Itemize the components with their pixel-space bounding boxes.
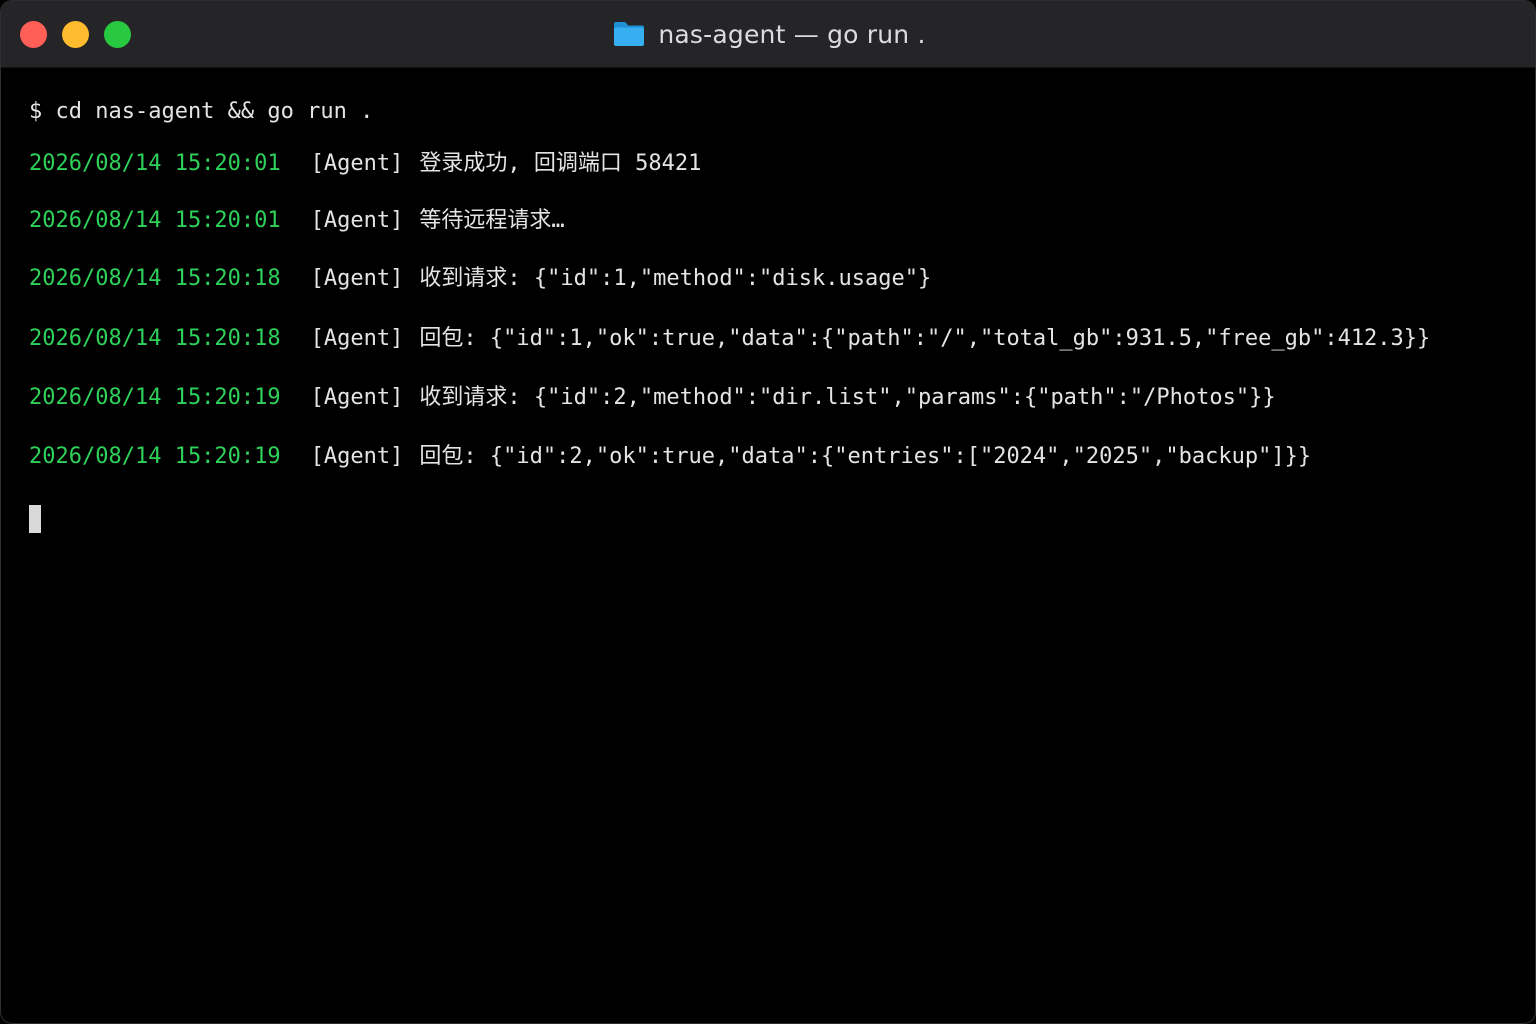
log-line: 2026/08/14 15:20:01 [Agent] 登录成功, 回调端口 584…	[29, 149, 701, 179]
terminal-window: nas-agent — go run . $ cd nas-agent && g…	[0, 0, 1536, 1024]
log-tag: [Agent]	[310, 385, 404, 410]
title-bar[interactable]: nas-agent — go run .	[1, 1, 1535, 68]
log-timestamp: 2026/08/14 15:20:18	[29, 266, 281, 291]
log-timestamp: 2026/08/14 15:20:19	[29, 444, 281, 469]
log-message: 收到请求: {"id":2,"method":"dir.list","param…	[419, 385, 1276, 410]
log-tag: [Agent]	[310, 326, 404, 351]
log-timestamp: 2026/08/14 15:20:01	[29, 208, 281, 233]
prompt-line: $ cd nas-agent && go run .	[29, 99, 374, 124]
log-tag: [Agent]	[310, 266, 404, 291]
window-title-group: nas-agent — go run .	[1, 1, 1535, 67]
log-message: 登录成功, 回调端口 58421	[419, 151, 702, 176]
log-line: 2026/08/14 15:20:19 [Agent] 收到请求: {"id":2,…	[29, 383, 1276, 413]
log-timestamp: 2026/08/14 15:20:01	[29, 151, 281, 176]
log-timestamp: 2026/08/14 15:20:18	[29, 326, 281, 351]
log-line: 2026/08/14 15:20:01 [Agent] 等待远程请求…	[29, 206, 565, 236]
log-tag: [Agent]	[310, 444, 404, 469]
window-title: nas-agent — go run .	[658, 19, 926, 49]
log-message: 等待远程请求…	[419, 208, 565, 233]
log-line: 2026/08/14 15:20:18 [Agent] 回包: {"id":1,"o…	[29, 324, 1430, 354]
log-tag: [Agent]	[310, 151, 404, 176]
log-message: 回包: {"id":1,"ok":true,"data":{"path":"/"…	[419, 326, 1431, 351]
folder-icon	[614, 22, 645, 46]
terminal-output[interactable]: $ cd nas-agent && go run . 2026/08/14 15…	[29, 67, 1529, 533]
log-line: 2026/08/14 15:20:18 [Agent] 收到请求: {"id":1,…	[29, 264, 931, 294]
log-line: 2026/08/14 15:20:19 [Agent] 回包: {"id":2,"o…	[29, 442, 1311, 472]
terminal-cursor	[29, 505, 41, 533]
log-message: 收到请求: {"id":1,"method":"disk.usage"}	[419, 266, 932, 291]
log-tag: [Agent]	[310, 208, 404, 233]
log-message: 回包: {"id":2,"ok":true,"data":{"entries":…	[419, 444, 1312, 469]
log-timestamp: 2026/08/14 15:20:19	[29, 385, 281, 410]
